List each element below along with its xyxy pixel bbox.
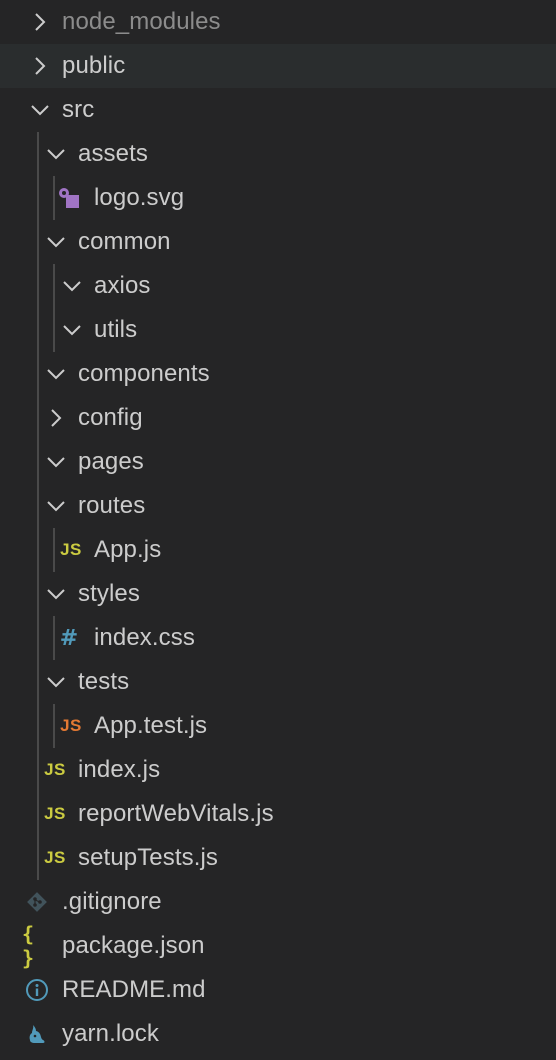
tree-item-label: config bbox=[78, 404, 143, 431]
tree-item-index-css[interactable]: # index.css bbox=[0, 616, 556, 660]
tree-item-label: axios bbox=[94, 272, 151, 299]
tree-item-label: reportWebVitals.js bbox=[78, 800, 274, 827]
tree-item-src[interactable]: src bbox=[0, 88, 556, 132]
tree-item-gitignore[interactable]: .gitignore bbox=[0, 880, 556, 924]
tree-item-package-json[interactable]: { } package.json bbox=[0, 922, 556, 970]
info-file-icon bbox=[24, 977, 50, 1003]
tree-item-routes[interactable]: routes bbox=[0, 484, 556, 528]
tree-item-label: common bbox=[78, 228, 171, 255]
chevron-down-icon[interactable] bbox=[44, 142, 68, 166]
git-file-icon bbox=[24, 889, 50, 915]
tree-item-readme-md[interactable]: README.md bbox=[0, 968, 556, 1012]
tree-item-label: yarn.lock bbox=[62, 1020, 159, 1047]
tree-item-label: pages bbox=[78, 448, 144, 475]
tree-item-label: public bbox=[62, 52, 126, 79]
tree-item-public[interactable]: public bbox=[0, 44, 556, 88]
javascript-test-file-icon: JS bbox=[60, 716, 82, 735]
tree-item-app-js[interactable]: JS App.js bbox=[0, 528, 556, 572]
tree-item-tests[interactable]: tests bbox=[0, 660, 556, 704]
tree-item-label: src bbox=[62, 96, 95, 123]
tree-item-node-modules[interactable]: node_modules bbox=[0, 0, 556, 44]
chevron-right-icon[interactable] bbox=[28, 10, 52, 34]
chevron-down-icon[interactable] bbox=[44, 362, 68, 386]
tree-item-axios[interactable]: axios bbox=[0, 264, 556, 308]
tree-item-label: App.js bbox=[94, 536, 162, 563]
tree-item-report-web-vitals-js[interactable]: JS reportWebVitals.js bbox=[0, 792, 556, 836]
tree-item-label: index.js bbox=[78, 756, 161, 783]
chevron-right-icon[interactable] bbox=[44, 406, 68, 430]
tree-item-label: node_modules bbox=[62, 8, 221, 35]
tree-item-label: setupTests.js bbox=[78, 844, 219, 871]
tree-item-label: components bbox=[78, 360, 210, 387]
tree-item-logo-svg[interactable]: logo.svg bbox=[0, 176, 556, 220]
tree-item-setup-tests-js[interactable]: JS setupTests.js bbox=[0, 836, 556, 880]
tree-item-label: .gitignore bbox=[62, 888, 162, 915]
tree-item-common[interactable]: common bbox=[0, 220, 556, 264]
tree-item-components[interactable]: components bbox=[0, 352, 556, 396]
chevron-down-icon[interactable] bbox=[60, 274, 84, 298]
javascript-file-icon: JS bbox=[44, 760, 66, 779]
tree-item-label: App.test.js bbox=[94, 712, 208, 739]
chevron-right-icon[interactable] bbox=[28, 54, 52, 78]
tree-item-utils[interactable]: utils bbox=[0, 308, 556, 352]
chevron-down-icon[interactable] bbox=[60, 318, 84, 342]
chevron-down-icon[interactable] bbox=[44, 230, 68, 254]
tree-item-pages[interactable]: pages bbox=[0, 440, 556, 484]
chevron-down-icon[interactable] bbox=[44, 494, 68, 518]
json-file-icon: { } bbox=[22, 922, 37, 970]
file-explorer-tree: node_modules public src assets logo.svg bbox=[0, 0, 556, 1060]
tree-item-label: tests bbox=[78, 668, 130, 695]
tree-item-label: package.json bbox=[62, 932, 205, 959]
chevron-down-icon[interactable] bbox=[28, 98, 52, 122]
yarn-file-icon bbox=[24, 1021, 50, 1047]
tree-item-label: assets bbox=[78, 140, 148, 167]
tree-item-yarn-lock[interactable]: yarn.lock bbox=[0, 1012, 556, 1056]
svg-file-icon bbox=[56, 185, 82, 211]
tree-item-assets[interactable]: assets bbox=[0, 132, 556, 176]
tree-item-label: routes bbox=[78, 492, 146, 519]
tree-item-label: README.md bbox=[62, 976, 206, 1003]
javascript-file-icon: JS bbox=[60, 540, 82, 559]
javascript-file-icon: JS bbox=[44, 848, 66, 867]
chevron-down-icon[interactable] bbox=[44, 670, 68, 694]
tree-item-styles[interactable]: styles bbox=[0, 572, 556, 616]
javascript-file-icon: JS bbox=[44, 804, 66, 823]
tree-item-index-js[interactable]: JS index.js bbox=[0, 748, 556, 792]
tree-item-label: styles bbox=[78, 580, 140, 607]
tree-item-label: index.css bbox=[94, 624, 195, 651]
css-file-icon: # bbox=[59, 625, 79, 651]
tree-item-label: logo.svg bbox=[94, 184, 185, 211]
chevron-down-icon[interactable] bbox=[44, 582, 68, 606]
tree-item-config[interactable]: config bbox=[0, 396, 556, 440]
tree-item-app-test-js[interactable]: JS App.test.js bbox=[0, 704, 556, 748]
chevron-down-icon[interactable] bbox=[44, 450, 68, 474]
tree-item-label: utils bbox=[94, 316, 138, 343]
